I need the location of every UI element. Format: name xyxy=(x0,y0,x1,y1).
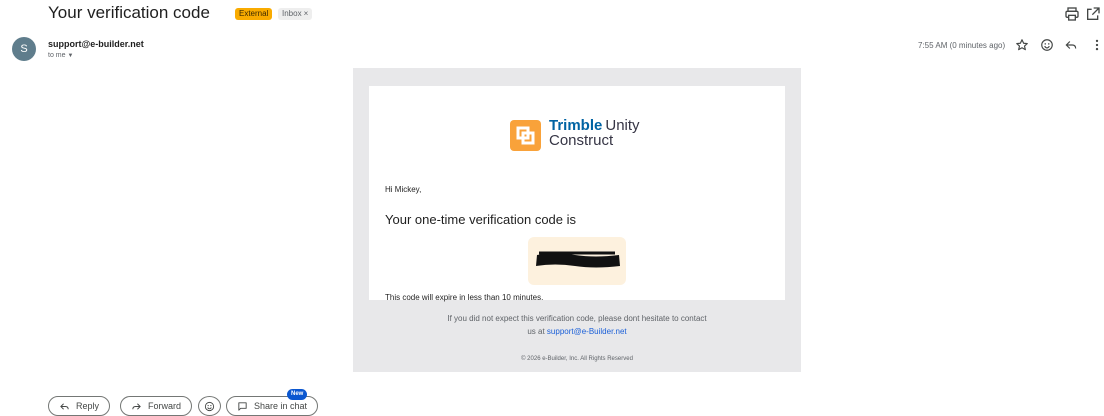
label-inbox[interactable]: Inbox × xyxy=(278,8,313,20)
emoji-icon[interactable] xyxy=(1040,38,1054,52)
open-new-window-icon[interactable] xyxy=(1085,6,1101,22)
trimble-logo-icon xyxy=(510,120,541,151)
reply-button[interactable]: Reply xyxy=(48,396,111,416)
avatar[interactable]: S xyxy=(12,37,36,61)
new-badge: New xyxy=(287,389,308,400)
remove-label-icon[interactable]: × xyxy=(304,9,309,18)
print-icon[interactable] xyxy=(1064,6,1080,22)
footer-line-2: us at support@e-Builder.net xyxy=(353,327,801,336)
email-subject: Your verification code xyxy=(48,3,210,22)
brand-line2: Construct xyxy=(549,132,614,149)
code-intro: Your one-time verification code is xyxy=(385,212,577,227)
timestamp: 7:55 AM (0 minutes ago) xyxy=(918,41,1006,50)
more-vert-icon[interactable] xyxy=(1090,38,1104,52)
footer-line-1: If you did not expect this verification … xyxy=(447,314,707,323)
chat-icon xyxy=(238,401,247,411)
brand-name: Trimble Unity Construct xyxy=(549,118,640,149)
forward-label: Forward xyxy=(148,401,182,411)
greeting: Hi Mickey, xyxy=(385,185,422,194)
expire-note: This code will expire in less than 10 mi… xyxy=(385,293,544,302)
copyright: © 2026 e-Builder, Inc. All Rights Reserv… xyxy=(521,356,633,362)
star-icon[interactable] xyxy=(1015,38,1029,52)
sender-address[interactable]: support@e-builder.net xyxy=(48,39,144,49)
recipient-toggle[interactable]: to me ▼ xyxy=(48,52,73,59)
label-inbox-text: Inbox xyxy=(282,9,302,18)
recipient-label: to me xyxy=(48,52,66,59)
chevron-down-icon: ▼ xyxy=(67,53,74,59)
share-label: Share in chat xyxy=(254,401,308,411)
reply-icon[interactable] xyxy=(1064,38,1078,52)
label-external: External xyxy=(235,8,273,20)
redacted-code xyxy=(536,251,620,268)
reply-label: Reply xyxy=(76,401,100,411)
footer-prefix: us at xyxy=(527,327,547,336)
support-email-link[interactable]: support@e-Builder.net xyxy=(547,327,627,336)
emoji-icon xyxy=(204,401,215,411)
forward-icon xyxy=(132,402,141,410)
forward-button[interactable]: Forward xyxy=(120,396,193,416)
reply-icon xyxy=(60,402,69,410)
emoji-reaction-button[interactable] xyxy=(198,396,221,416)
